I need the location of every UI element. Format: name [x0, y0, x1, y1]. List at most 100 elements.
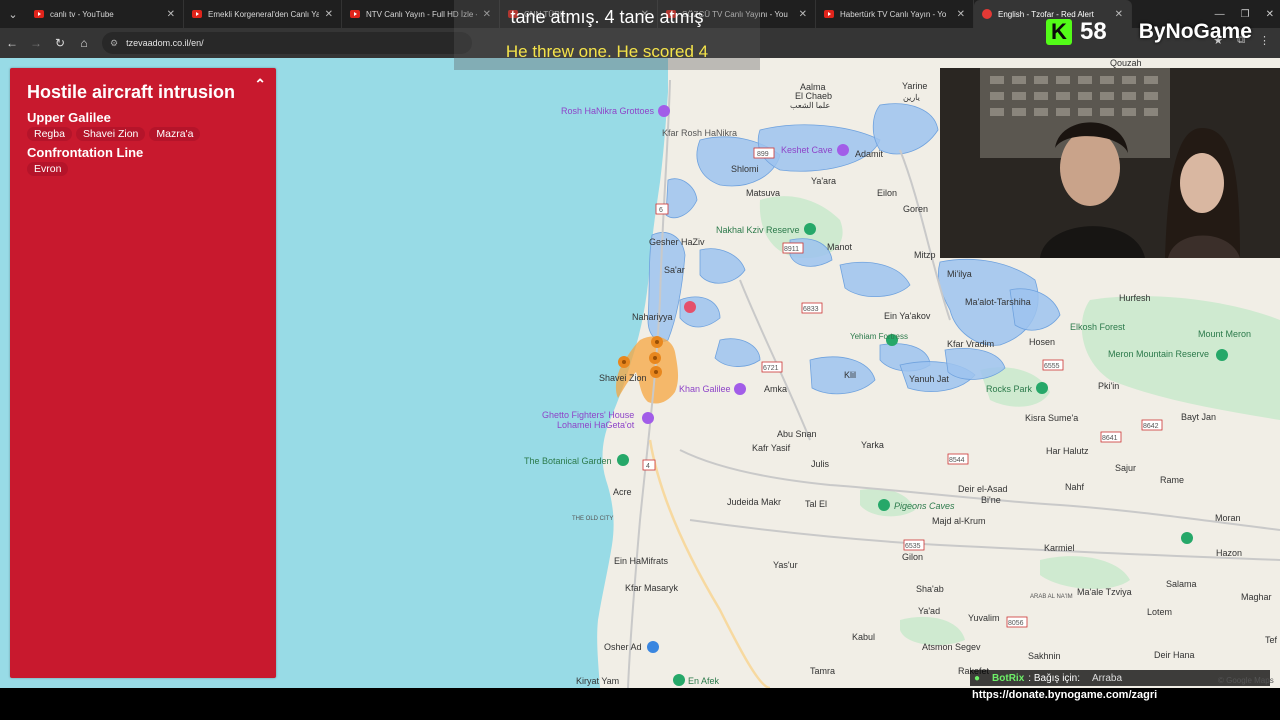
- place-label: ARAB AL NA'IM: [1030, 594, 1073, 600]
- place-label: Yanuh Jat: [909, 374, 949, 384]
- screen: ⌄ canlı tv - YouTube ✕ Emekli Korgeneral'…: [0, 0, 1280, 720]
- place-label: Rosh HaNikra Grottoes: [561, 106, 655, 116]
- place-chip: Mazra'a: [149, 127, 201, 141]
- donation-url: https://donate.bynogame.com/zagri: [972, 689, 1158, 701]
- attraction-icon: [734, 383, 746, 395]
- place-label: Majd al-Krum: [932, 516, 986, 526]
- place-label: Goren: [903, 204, 928, 214]
- place-label: THE OLD CITY: [572, 516, 613, 522]
- map-pin-icon: [649, 352, 661, 364]
- reload-icon[interactable]: ↻: [48, 28, 72, 58]
- place-label: Bayt Jan: [1181, 412, 1216, 422]
- alert-title: Hostile aircraft intrusion: [27, 82, 236, 102]
- svg-text:4: 4: [646, 463, 650, 470]
- place-label: Kisra Sume'a: [1025, 413, 1078, 423]
- close-tab-icon[interactable]: ✕: [799, 9, 807, 20]
- place-label: Hosen: [1029, 337, 1055, 347]
- place-label: Amka: [764, 384, 787, 394]
- place-label: Kfar Vradim: [947, 339, 994, 349]
- place-label: The Botanical Garden: [524, 456, 612, 466]
- place-label: Hazon: [1216, 548, 1242, 558]
- site-info-icon[interactable]: ⚙: [110, 38, 118, 49]
- park-icon: [878, 499, 890, 511]
- place-label: Ya'ad: [918, 606, 940, 616]
- place-label: Shlomi: [731, 164, 759, 174]
- place-label: Rame: [1160, 475, 1184, 485]
- place-label: Pki'in: [1098, 381, 1119, 391]
- svg-text:8641: 8641: [1102, 435, 1118, 442]
- red-alert-icon: [982, 9, 992, 19]
- place-chip: Regba: [27, 127, 72, 141]
- place-label: Sa'ar: [664, 265, 685, 275]
- place-label: Julis: [811, 459, 830, 469]
- home-icon[interactable]: ⌂: [72, 28, 96, 58]
- attraction-icon: [642, 412, 654, 424]
- place-label: Moran: [1215, 513, 1241, 523]
- youtube-icon: [824, 10, 834, 18]
- google-maps-attribution: © Google Maps: [1218, 676, 1274, 685]
- svg-text:6535: 6535: [905, 543, 921, 550]
- place-label: Kiryat Yam: [576, 676, 619, 686]
- place-chip: Evron: [27, 162, 69, 176]
- close-tab-icon[interactable]: ✕: [167, 9, 175, 20]
- bot-icon: ●: [974, 672, 981, 684]
- place-label: Eilon: [877, 188, 897, 198]
- place-label: Judeida Makr: [727, 497, 781, 507]
- place-label: Mi'ilya: [947, 269, 972, 279]
- svg-text:6721: 6721: [763, 365, 779, 372]
- place-label: El Chaeb: [795, 91, 832, 101]
- place-label: Gilon: [902, 552, 923, 562]
- place-label: علما الشعب: [790, 101, 830, 110]
- hospital-icon: [684, 301, 696, 313]
- place-chips: Regba Shavei Zion Mazra'a: [27, 127, 201, 141]
- youtube-icon: [192, 10, 202, 18]
- chevron-up-icon[interactable]: ⌃: [254, 76, 266, 93]
- webcam-overlay: [940, 68, 1280, 258]
- forward-icon[interactable]: →: [24, 28, 48, 58]
- place-label: Bi'ne: [981, 495, 1001, 505]
- address-bar[interactable]: ⚙ tzevaadom.co.il/en/: [102, 32, 472, 54]
- tab-search-icon[interactable]: ⌄: [0, 0, 26, 28]
- place-label: يارين: [903, 93, 920, 102]
- place-label: Yehiam Fortress: [850, 332, 908, 341]
- place-label: Ein HaMifrats: [614, 556, 669, 566]
- place-label: Manot: [827, 242, 853, 252]
- place-label: Elkosh Forest: [1070, 322, 1126, 332]
- webcam-image: [940, 68, 1280, 258]
- browser-tab[interactable]: Habertürk TV Canlı Yayın - Yo ✕: [816, 0, 974, 28]
- browser-tab[interactable]: canlı tv - YouTube ✕: [26, 0, 184, 28]
- svg-text:8642: 8642: [1143, 423, 1159, 430]
- close-window-icon[interactable]: ✕: [1266, 9, 1274, 20]
- place-label: Adamit: [855, 149, 884, 159]
- close-tab-icon[interactable]: ✕: [957, 9, 965, 20]
- place-label: Sajur: [1115, 463, 1136, 473]
- place-label: Karmiel: [1044, 543, 1075, 553]
- park-icon: [1181, 532, 1193, 544]
- menu-icon[interactable]: ⋮: [1259, 34, 1270, 47]
- donation-game: Arraba: [1091, 672, 1122, 684]
- place-label: Ya'ara: [811, 176, 836, 186]
- close-tab-icon[interactable]: ✕: [325, 9, 333, 20]
- place-label: Nahariyya: [632, 312, 673, 322]
- place-label: Tal El: [805, 499, 827, 509]
- place-label: Ghetto Fighters' House: [542, 410, 634, 420]
- svg-text:8056: 8056: [1008, 620, 1024, 627]
- back-icon[interactable]: ←: [0, 28, 24, 58]
- transit-icon: [647, 641, 659, 653]
- place-label: Sha'ab: [916, 584, 944, 594]
- place-label: Abu Snan: [777, 429, 817, 439]
- brand-logo: ByNoGame: [1138, 20, 1252, 43]
- place-label: Har Halutz: [1046, 446, 1089, 456]
- place-label: Deir el-Asad: [958, 484, 1008, 494]
- browser-tab[interactable]: Emekli Korgeneral'den Canlı Ya ✕: [184, 0, 342, 28]
- alert-panel: Hostile aircraft intrusion ⌃ Upper Galil…: [10, 68, 276, 678]
- place-chip: Shavei Zion: [75, 127, 146, 141]
- place-label: Deir Hana: [1154, 650, 1195, 660]
- place-label: Khan Galilee: [679, 384, 731, 394]
- donation-text: : Bağış için:: [1028, 672, 1080, 684]
- place-label: Kfar Rosh HaNikra: [662, 128, 737, 138]
- place-label: Sakhnin: [1028, 651, 1061, 661]
- svg-text:6833: 6833: [803, 306, 819, 313]
- region-confrontation-line: Confrontation Line: [27, 145, 144, 160]
- place-label: Nakhal Kziv Reserve: [716, 225, 800, 235]
